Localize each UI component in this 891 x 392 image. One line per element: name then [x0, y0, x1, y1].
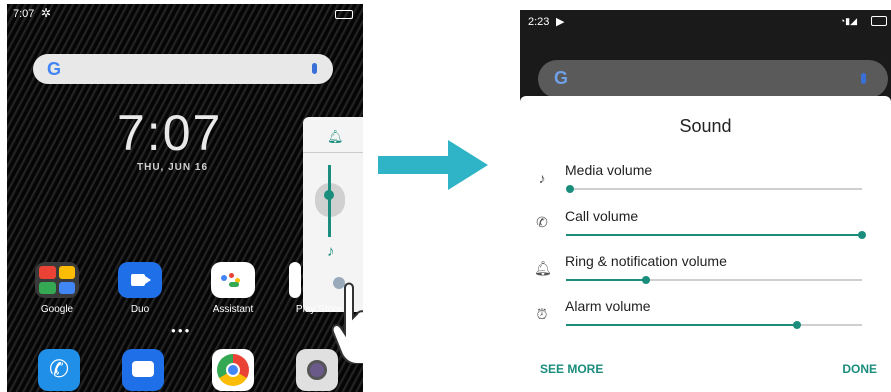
assistant-icon	[211, 262, 255, 298]
alarm-clock-icon: ⏰︎	[536, 306, 548, 322]
google-folder-icon	[35, 262, 79, 298]
app-label: Assistant	[212, 304, 254, 315]
volume-slider-track[interactable]	[328, 165, 331, 237]
phone-icon: ✆	[536, 214, 548, 230]
app-label: Play Store	[295, 304, 343, 315]
clock-widget[interactable]: 7:07	[117, 104, 222, 162]
left-phone-screen: 7:07 ✲ G 7:07 THU, JUN 16 🔔︎ ♪ Google Du…	[7, 4, 363, 392]
panel-divider	[303, 152, 363, 153]
dock-chrome[interactable]	[203, 349, 263, 391]
duo-icon	[118, 262, 162, 298]
music-note-icon[interactable]: ♪	[327, 243, 335, 260]
slider-fill	[566, 324, 797, 326]
status-time: 7:07	[13, 8, 35, 20]
google-logo: G	[554, 68, 569, 88]
alarm-volume-label: Alarm volume	[565, 298, 651, 314]
right-phone-screen: 2:23 ▶ ◔▮◢ G Sound ♪ Media volume ✆ Call…	[520, 10, 891, 392]
google-logo: G	[47, 59, 62, 79]
dock-camera[interactable]	[287, 349, 347, 391]
battery-icon	[335, 10, 353, 19]
right-arrow-icon	[378, 140, 488, 190]
slider-thumb[interactable]	[566, 185, 574, 193]
battery-icon	[871, 16, 887, 26]
settings-gear-icon: ✲	[41, 6, 52, 20]
media-volume-slider[interactable]	[566, 185, 862, 193]
wifi-signal-icon: ◔▮◢	[839, 16, 857, 26]
play-status-icon: ▶	[556, 16, 565, 28]
done-button[interactable]: DONE	[842, 362, 877, 376]
app-duo[interactable]: Duo	[110, 262, 170, 315]
sound-sheet: Sound ♪ Media volume ✆ Call volume 🔔︎ Ri…	[520, 96, 891, 392]
slider-thumb[interactable]	[793, 321, 801, 329]
page-indicator: ●●●	[171, 326, 192, 335]
slider-thumb[interactable]	[858, 231, 866, 239]
ring-volume-label: Ring & notification volume	[565, 253, 727, 269]
play-store-icon	[289, 262, 301, 298]
music-note-icon: ♪	[538, 170, 546, 186]
alarm-volume-slider[interactable]	[566, 321, 862, 329]
media-volume-label: Media volume	[565, 162, 653, 178]
sheet-title: Sound	[679, 116, 732, 136]
bell-icon: 🔔︎	[534, 260, 552, 276]
camera-icon	[296, 349, 338, 391]
slider-thumb[interactable]	[642, 276, 650, 284]
google-search-bar[interactable]: G	[33, 54, 333, 84]
slider-fill	[566, 279, 646, 281]
dock-messages[interactable]	[113, 349, 173, 391]
app-assistant[interactable]: Assistant	[203, 262, 263, 315]
app-label: Duo	[130, 304, 150, 315]
bell-icon[interactable]: 🔔︎	[327, 129, 344, 145]
ring-volume-slider[interactable]	[566, 276, 862, 284]
call-volume-label: Call volume	[565, 208, 639, 224]
app-play-store[interactable]: Play Store	[279, 262, 359, 315]
messages-icon	[122, 349, 164, 391]
chrome-icon	[212, 349, 254, 391]
date-text: THU, JUN 16	[137, 162, 209, 173]
dock-phone[interactable]: ✆	[29, 349, 89, 391]
google-search-bar[interactable]: G	[538, 60, 888, 98]
status-time: 2:23	[528, 16, 550, 28]
mic-icon[interactable]	[861, 73, 866, 84]
app-label: Google	[40, 304, 74, 315]
mic-icon[interactable]	[312, 63, 317, 74]
slider-fill	[566, 234, 862, 236]
volume-slider-thumb[interactable]	[324, 190, 334, 200]
call-volume-slider[interactable]	[566, 231, 866, 239]
phone-icon: ✆	[38, 349, 80, 391]
app-google[interactable]: Google	[27, 262, 87, 315]
see-more-button[interactable]: SEE MORE	[540, 362, 603, 376]
